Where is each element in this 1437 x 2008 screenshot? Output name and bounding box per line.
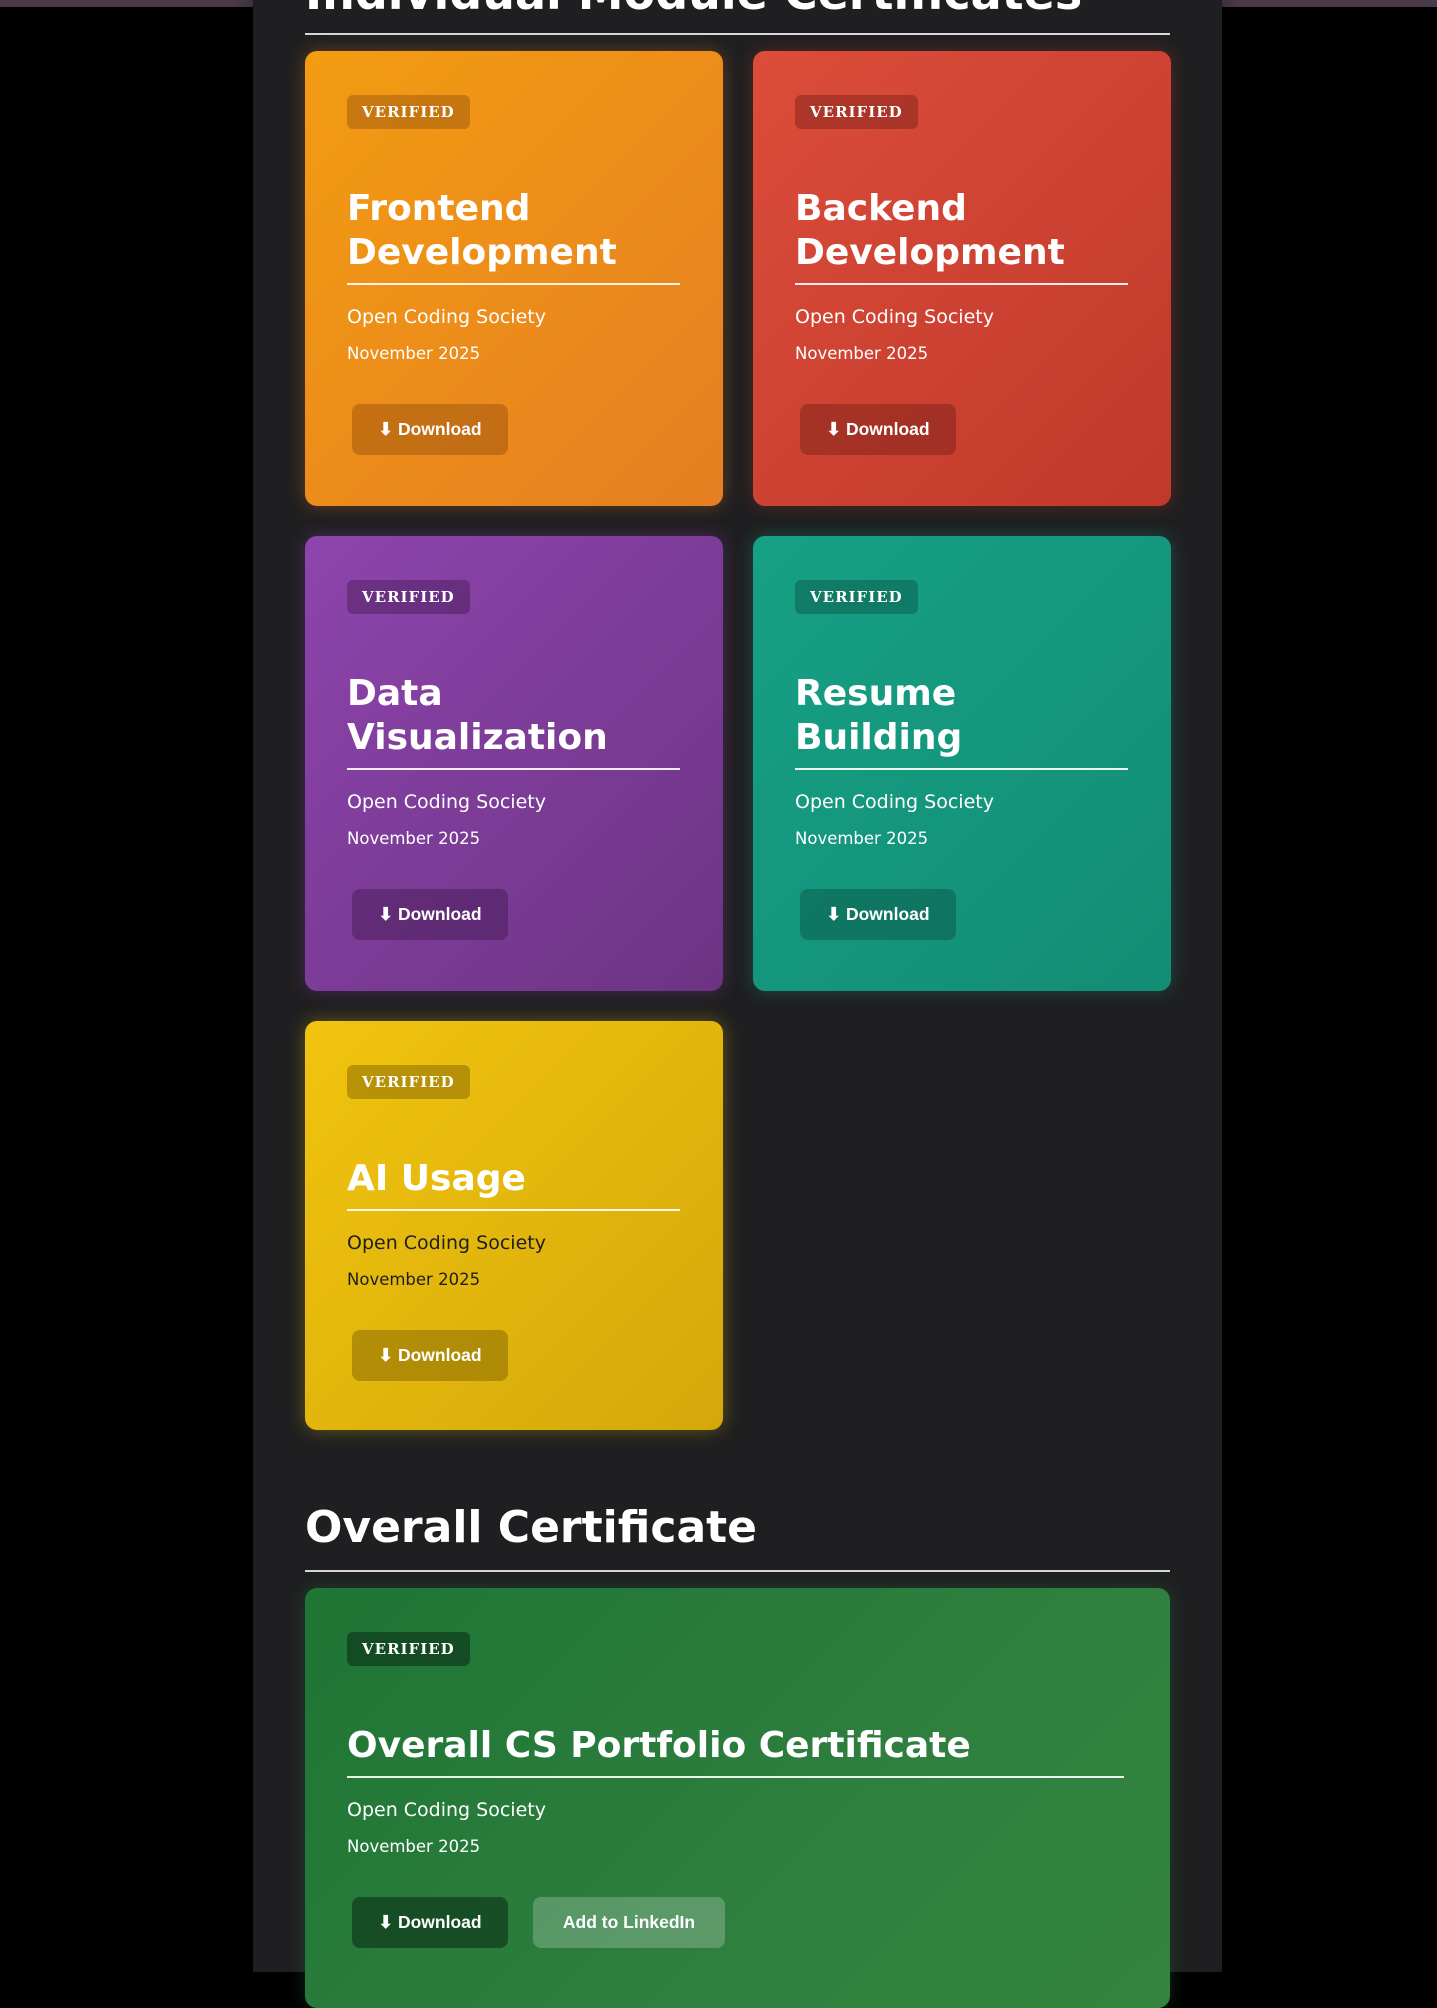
issue-date: November 2025 [795, 829, 929, 848]
verified-badge: VERIFIED [795, 95, 918, 129]
verified-badge: VERIFIED [347, 95, 470, 129]
verified-badge: VERIFIED [347, 1065, 470, 1099]
issue-date: November 2025 [347, 1837, 481, 1856]
download-button[interactable]: ⬇ Download [800, 404, 956, 455]
section-title-overall: Overall Certificate [305, 1502, 758, 1553]
certificate-card-data-visualization: VERIFIED Data Visualization Open Coding … [305, 536, 723, 991]
verified-badge: VERIFIED [347, 1632, 470, 1666]
issuer-name: Open Coding Society [347, 791, 546, 813]
issuer-name: Open Coding Society [347, 1799, 546, 1821]
section-divider [305, 33, 1170, 35]
section-divider [305, 1570, 1170, 1572]
verified-badge: VERIFIED [347, 580, 470, 614]
issue-date: November 2025 [795, 344, 929, 363]
download-button[interactable]: ⬇ Download [352, 1897, 508, 1948]
overall-certificate-card: VERIFIED Overall CS Portfolio Certificat… [305, 1588, 1170, 2008]
certificate-card-ai-usage: VERIFIED AI Usage Open Coding Society No… [305, 1021, 723, 1430]
certificate-title: AI Usage [347, 1157, 680, 1211]
download-button[interactable]: ⬇ Download [352, 1330, 508, 1381]
add-to-linkedin-button[interactable]: Add to LinkedIn [533, 1897, 725, 1948]
issuer-name: Open Coding Society [795, 306, 994, 328]
download-button[interactable]: ⬇ Download [352, 889, 508, 940]
verified-badge: VERIFIED [795, 580, 918, 614]
issue-date: November 2025 [347, 829, 481, 848]
section-title-modules: Individual Module Certificates [305, 0, 1082, 18]
issue-date: November 2025 [347, 344, 481, 363]
certificate-card-frontend: VERIFIED Frontend Development Open Codin… [305, 51, 723, 506]
issuer-name: Open Coding Society [795, 791, 994, 813]
issuer-name: Open Coding Society [347, 1232, 546, 1254]
certificate-card-resume-building: VERIFIED Resume Building Open Coding Soc… [753, 536, 1171, 991]
certificate-title: Frontend Development [347, 187, 680, 285]
download-button[interactable]: ⬇ Download [800, 889, 956, 940]
certificate-title: Resume Building [795, 672, 1128, 770]
issue-date: November 2025 [347, 1270, 481, 1289]
download-button[interactable]: ⬇ Download [352, 404, 508, 455]
certificate-title: Data Visualization [347, 672, 680, 770]
certificates-page: Individual Module Certificates VERIFIED … [253, 0, 1222, 2008]
certificate-title: Overall CS Portfolio Certificate [347, 1724, 1124, 1778]
issuer-name: Open Coding Society [347, 306, 546, 328]
certificate-card-backend: VERIFIED Backend Development Open Coding… [753, 51, 1171, 506]
certificate-title: Backend Development [795, 187, 1128, 285]
